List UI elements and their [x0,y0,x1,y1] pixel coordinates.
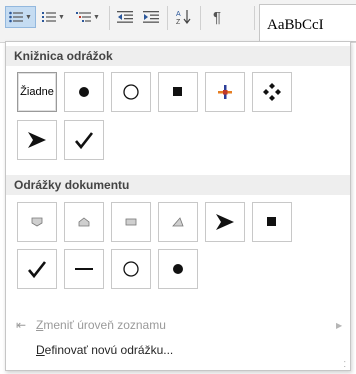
bullet-tile[interactable] [205,202,245,242]
checkmark-bullet-icon [75,132,94,150]
multilevel-list-button[interactable]: ▼ [71,6,105,28]
decrease-indent-icon [117,11,133,23]
style-gallery-item[interactable]: AaBbCcI [259,4,356,42]
arrowhead-bullet-icon [216,214,234,230]
bullet-tile[interactable] [17,202,57,242]
bullet-tile[interactable] [64,72,104,112]
bullet-tile[interactable] [252,202,292,242]
resize-grip-icon[interactable]: ⁚ [343,361,346,369]
square-bullet-icon [173,87,182,96]
chevron-down-icon: ▼ [93,13,100,21]
small-pentagon-bullet-icon [31,217,43,227]
numbering-icon [42,12,57,22]
bullets-dropdown: Knižnica odrážok Žiadne Odrážky dokument… [5,41,351,371]
arrowhead-bullet-icon [28,132,46,148]
numbering-button[interactable]: ▼ [38,6,69,28]
filled-circle-bullet-icon [173,264,183,274]
hollow-circle-bullet-icon [123,84,139,100]
bullets-icon [9,11,24,23]
ribbon-paragraph-group: ▼ ▼ ▼ A Z ¶ AaBbCcI [0,0,356,43]
divider [167,6,168,30]
bullet-tile[interactable] [64,120,104,160]
bullet-tile[interactable] [64,249,104,289]
chevron-right-icon: ▶ [336,320,343,330]
bullet-tile[interactable] [158,72,198,112]
sort-button[interactable]: A Z [172,6,196,28]
four-diamond-bullet-icon [263,83,281,101]
bullet-none-label: Žiadne [20,86,54,98]
change-list-level-item[interactable]: ⇤ Zmeniť úroveň zoznamu ▶ [6,314,350,336]
bullet-tile[interactable] [205,72,245,112]
bullet-tile[interactable] [17,249,57,289]
colored-cross-bullet-icon [218,85,232,99]
bullet-tile[interactable] [252,72,292,112]
chevron-down-icon: ▼ [25,13,32,21]
checkmark-bullet-icon [28,261,47,279]
bullet-tile[interactable] [111,249,151,289]
bullet-none-tile[interactable]: Žiadne [17,72,57,112]
small-wedge-bullet-icon [172,217,184,227]
increase-indent-button[interactable] [139,6,163,28]
small-house-bullet-icon [78,217,90,227]
bullet-tile[interactable] [158,202,198,242]
change-level-label: meniť úroveň zoznamu [43,318,166,332]
divider [200,6,201,30]
bullet-tile[interactable] [17,120,57,160]
filled-circle-bullet-icon [79,87,89,97]
square-bullet-icon [267,217,276,226]
multilevel-list-icon [76,12,92,22]
divider [109,6,110,30]
chevron-down-icon: ▼ [58,13,65,21]
change-level-icon: ⇤ [15,318,27,332]
bullet-tile[interactable] [111,72,151,112]
decrease-indent-button[interactable] [113,6,137,28]
bullet-tile[interactable] [64,202,104,242]
pilcrow-icon: ¶ [212,8,222,26]
show-formatting-marks-button[interactable]: ¶ [205,6,229,28]
sort-az-icon: A Z [176,10,191,25]
increase-indent-icon [143,11,159,23]
svg-text:A: A [176,11,181,18]
bullets-button[interactable]: ▼ [5,6,36,28]
define-new-bullet-item[interactable]: Definovať novú odrážku... [6,339,350,361]
document-bullets-header: Odrážky dokumentu [6,175,350,195]
bullet-tile[interactable] [158,249,198,289]
define-new-accel: D [36,343,45,357]
define-new-label: efinovať novú odrážku... [44,343,174,357]
svg-text:Z: Z [176,19,181,25]
bullet-library-header: Knižnica odrážok [6,46,350,66]
small-rectangle-bullet-icon [125,218,137,226]
divider [254,6,255,30]
hollow-circle-bullet-icon [123,261,139,277]
bullet-tile[interactable] [111,202,151,242]
dash-bullet-icon [75,268,93,270]
